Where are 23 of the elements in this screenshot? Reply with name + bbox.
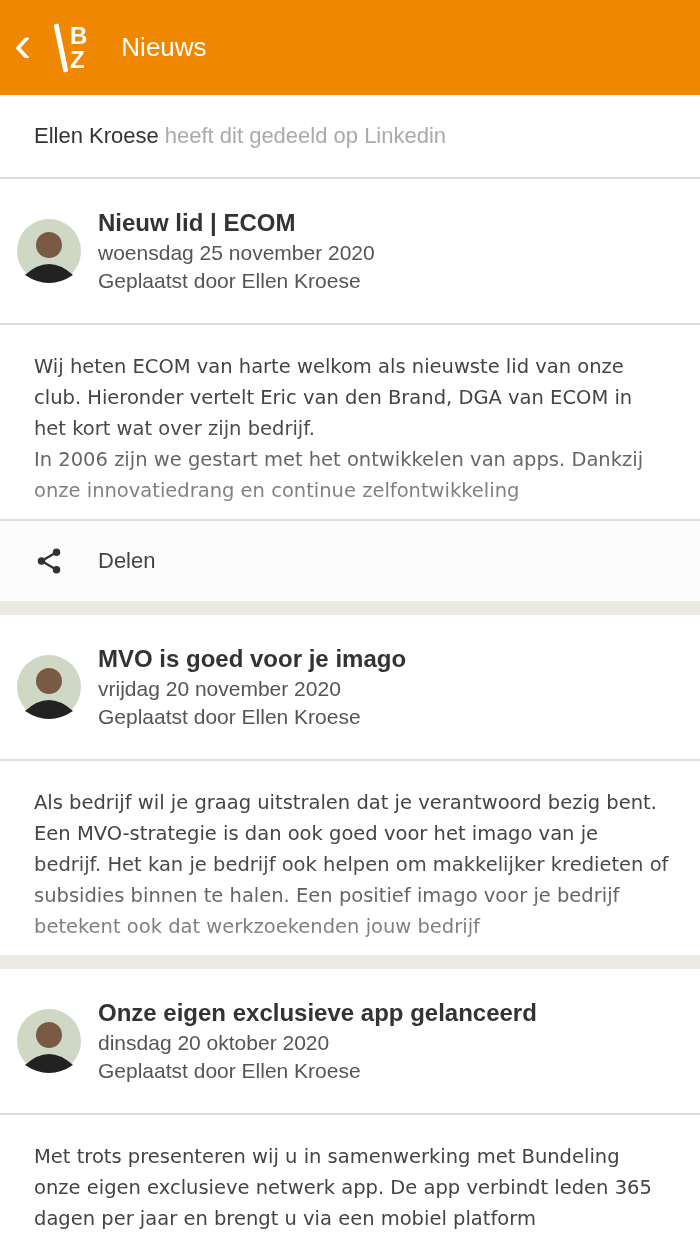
post-date: vrijdag 20 november 2020 bbox=[98, 677, 342, 701]
avatar bbox=[17, 655, 81, 719]
share-button[interactable]: Delen bbox=[98, 548, 156, 574]
post-title[interactable]: Onze eigen exclusieve app gelanceerd bbox=[98, 999, 537, 1027]
author-name[interactable]: Ellen Kroese bbox=[34, 123, 159, 149]
post-author: Geplaatst door Ellen Kroese bbox=[98, 705, 362, 729]
slash-icon bbox=[54, 21, 68, 74]
shared-text: heeft dit gedeeld op Linkedin bbox=[164, 123, 447, 149]
post-title[interactable]: MVO is goed voor je imago bbox=[98, 645, 407, 673]
post-text: Met trots presenteren wij u in samenwerking met Bundeling onze eigen exclusieve netwerk app. De app verbindt leden 365 dagen per jaar en brengt u via een mobiel platform bbox=[34, 1144, 653, 1232]
post-title[interactable]: Nieuw lid | ECOM bbox=[98, 209, 375, 237]
post-text: Als bedrijf wil je graag uitstralen dat je verantwoord bezig bent. Een MVO-strategie is dan ook goed voor het imago van je bedrijf. Het kan je bedrijf ook helpen om makkelijker kredieten of subsidies binnen te halen. Een positief imago voor je bedrijf betekent ook dat werkzoekenden jouw bedrijf bbox=[34, 790, 670, 940]
logo-letter: B bbox=[70, 23, 88, 48]
post-date: woensdag 25 november 2020 bbox=[98, 241, 375, 265]
page-title: Nieuws bbox=[121, 32, 207, 63]
logo-letter: Z bbox=[70, 47, 86, 72]
avatar bbox=[17, 219, 81, 283]
avatar bbox=[17, 1009, 81, 1073]
post-author: Geplaatst door Ellen Kroese bbox=[98, 1059, 362, 1083]
post-text: Wij heten ECOM van harte welkom als nieuwste lid van onze club. Hieronder vertelt Eric van den Brand, DGA van ECOM in het kort wat over zijn bedrijf. bbox=[34, 354, 634, 442]
post-text: In 2006 zijn we gestart met het ontwikkelen van apps. Dankzij onze innovatiedrang en continue zelfontwikkeling bbox=[34, 447, 645, 504]
post-author: Geplaatst door Ellen Kroese bbox=[98, 269, 362, 293]
post-date: dinsdag 20 oktober 2020 bbox=[98, 1031, 331, 1055]
